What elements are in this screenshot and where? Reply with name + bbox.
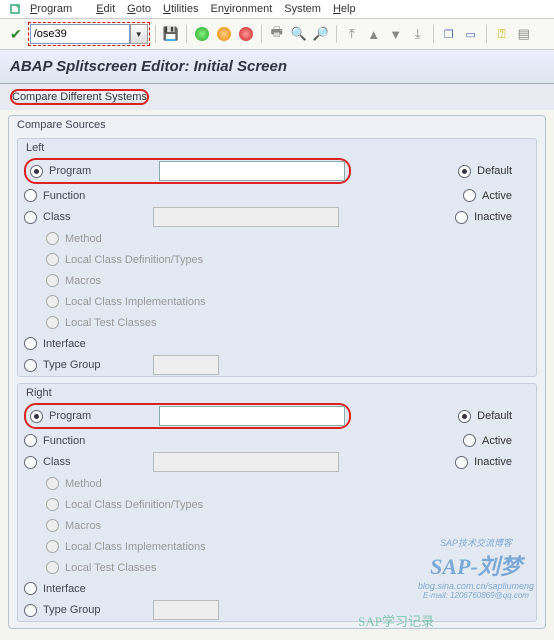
next-page-icon[interactable]: ▼ — [386, 24, 406, 44]
accept-icon[interactable]: ✔ — [10, 26, 22, 43]
left-class-input[interactable] — [153, 207, 339, 227]
right-function-label: Function — [43, 435, 153, 447]
right-program-highlight: Program — [24, 403, 351, 429]
menu-edit[interactable]: Edit — [96, 3, 115, 15]
right-macros-radio — [46, 519, 59, 532]
print-icon[interactable]: 🖶 — [267, 24, 287, 44]
layout-icon[interactable]: ▤ — [514, 24, 534, 44]
compare-sources-group: Compare Sources Left Program Default Fun… — [8, 115, 546, 629]
left-macros-radio — [46, 274, 59, 287]
left-method-label: Method — [65, 233, 175, 245]
left-class-radio[interactable] — [24, 211, 37, 224]
find-next-icon[interactable]: 🔎 — [311, 24, 331, 44]
left-lci-radio — [46, 295, 59, 308]
left-class-label: Class — [43, 211, 153, 223]
right-method-label: Method — [65, 478, 175, 490]
left-active-label: Active — [482, 190, 512, 202]
left-ltc-radio — [46, 316, 59, 329]
right-ltc-radio — [46, 561, 59, 574]
page-title: ABAP Splitscreen Editor: Initial Screen — [10, 58, 544, 75]
right-lcdt-label: Local Class Definition/Types — [65, 499, 203, 511]
right-typegroup-radio[interactable] — [24, 604, 37, 617]
right-program-input[interactable] — [159, 406, 345, 426]
left-default-label: Default — [477, 165, 512, 177]
left-function-label: Function — [43, 190, 153, 202]
left-active-radio[interactable] — [463, 189, 476, 202]
left-function-radio[interactable] — [24, 189, 37, 202]
right-default-label: Default — [477, 410, 512, 422]
right-typegroup-input[interactable] — [153, 600, 219, 620]
left-method-radio — [46, 232, 59, 245]
left-interface-radio[interactable] — [24, 337, 37, 350]
right-lci-radio — [46, 540, 59, 553]
back-icon[interactable] — [192, 24, 212, 44]
command-field-highlight: ▼ — [28, 22, 150, 46]
shortcut-icon[interactable]: ▭ — [461, 24, 481, 44]
left-interface-label: Interface — [43, 338, 153, 350]
right-lcdt-radio — [46, 498, 59, 511]
left-default-radio[interactable] — [458, 165, 471, 178]
left-lcdt-label: Local Class Definition/Types — [65, 254, 203, 266]
command-field[interactable] — [30, 24, 130, 44]
title-bar: ABAP Splitscreen Editor: Initial Screen — [0, 50, 554, 84]
compare-systems-button[interactable]: Compare Different Systems — [10, 89, 149, 105]
right-typegroup-label: Type Group — [43, 604, 153, 616]
left-typegroup-radio[interactable] — [24, 359, 37, 372]
right-group: Right Program Default Function Active Cl… — [17, 383, 537, 622]
right-program-label: Program — [49, 410, 159, 422]
right-function-radio[interactable] — [24, 434, 37, 447]
menu-utilities[interactable]: Utilities — [163, 3, 198, 15]
right-active-radio[interactable] — [463, 434, 476, 447]
compare-sources-title: Compare Sources — [9, 116, 545, 134]
right-active-label: Active — [482, 435, 512, 447]
left-inactive-radio[interactable] — [455, 211, 468, 224]
help-icon[interactable]: ⍰ — [492, 24, 512, 44]
left-title: Left — [18, 139, 536, 157]
prev-page-icon[interactable]: ▲ — [364, 24, 384, 44]
left-typegroup-input[interactable] — [153, 355, 219, 375]
right-default-radio[interactable] — [458, 410, 471, 423]
right-inactive-radio[interactable] — [455, 456, 468, 469]
right-lci-label: Local Class Implementations — [65, 541, 206, 553]
right-interface-radio[interactable] — [24, 582, 37, 595]
menu-program[interactable]: Program — [30, 3, 84, 15]
left-program-input[interactable] — [159, 161, 345, 181]
app-toolbar: Compare Different Systems — [0, 84, 554, 110]
app-icon — [8, 2, 22, 16]
right-ltc-label: Local Test Classes — [65, 562, 157, 574]
right-class-label: Class — [43, 456, 153, 468]
left-lcdt-radio — [46, 253, 59, 266]
left-program-label: Program — [49, 165, 159, 177]
left-program-radio[interactable] — [30, 165, 43, 178]
new-session-icon[interactable]: ❐ — [439, 24, 459, 44]
exit-icon[interactable] — [214, 24, 234, 44]
last-page-icon[interactable]: ⤓ — [408, 24, 428, 44]
right-title: Right — [18, 384, 536, 402]
menu-help[interactable]: Help — [333, 3, 356, 15]
left-lci-label: Local Class Implementations — [65, 296, 206, 308]
save-icon[interactable]: 💾 — [161, 24, 181, 44]
left-ltc-label: Local Test Classes — [65, 317, 157, 329]
left-program-highlight: Program — [24, 158, 351, 184]
menu-bar: Program Edit Goto Utilities Environment … — [0, 0, 554, 19]
right-class-input[interactable] — [153, 452, 339, 472]
left-inactive-label: Inactive — [474, 211, 512, 223]
left-macros-label: Macros — [65, 275, 175, 287]
command-dropdown[interactable]: ▼ — [130, 24, 148, 44]
first-page-icon[interactable]: ⤒ — [342, 24, 362, 44]
left-typegroup-label: Type Group — [43, 359, 153, 371]
toolbar: ✔ ▼ 💾 🖶 🔍 🔎 ⤒ ▲ ▼ ⤓ ❐ ▭ ⍰ ▤ — [0, 19, 554, 50]
right-program-radio[interactable] — [30, 410, 43, 423]
right-class-radio[interactable] — [24, 456, 37, 469]
cancel-icon[interactable] — [236, 24, 256, 44]
menu-system[interactable]: System — [284, 3, 321, 15]
right-interface-label: Interface — [43, 583, 153, 595]
watermark-2: SAP学习记录 — [358, 611, 434, 630]
right-inactive-label: Inactive — [474, 456, 512, 468]
menu-environment[interactable]: Environment — [210, 3, 272, 15]
left-group: Left Program Default Function Active Cla… — [17, 138, 537, 377]
find-icon[interactable]: 🔍 — [289, 24, 309, 44]
right-method-radio — [46, 477, 59, 490]
menu-goto[interactable]: Goto — [127, 3, 151, 15]
